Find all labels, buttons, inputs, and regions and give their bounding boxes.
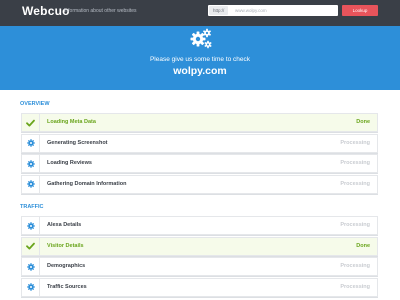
item-label: Gathering Domain Information (47, 180, 127, 187)
item-label: Demographics (47, 263, 86, 269)
item-label: Visitor Details (47, 242, 84, 249)
url-prefix: http:// (209, 6, 229, 15)
check-icon (22, 237, 40, 255)
section-title-traffic: TRAFFIC (20, 204, 44, 210)
item-label: Generating Screenshot (47, 139, 108, 146)
status-badge: Processing (340, 283, 370, 290)
status-badge: Processing (340, 180, 370, 187)
status-badge: Done (356, 242, 370, 249)
item-label: Loading Meta Data (47, 119, 96, 125)
list-item[interactable]: Loading Reviews Processing (21, 154, 378, 173)
gear-icon (22, 258, 40, 275)
item-label: Loading Reviews (47, 160, 92, 166)
status-banner: Please give us some time to check wolpy.… (0, 26, 400, 90)
status-badge: Processing (340, 263, 370, 269)
tagline: Information about other websites (64, 8, 137, 14)
list-item[interactable]: Gathering Domain Information Processing (21, 174, 378, 194)
gear-icon (22, 278, 40, 296)
status-badge: Processing (340, 139, 370, 146)
gear-icon (22, 217, 40, 234)
traffic-list: Alexa Details Processing Visitor Details… (21, 216, 378, 298)
status-badge: Done (356, 119, 370, 125)
list-item[interactable]: Alexa Details Processing (21, 216, 378, 235)
overview-list: Loading Meta Data Done Generating Screen… (21, 113, 378, 195)
check-icon (22, 114, 40, 131)
gear-icon (22, 134, 40, 152)
gear-icon (22, 155, 40, 172)
section-title-overview: OVERVIEW (20, 101, 50, 107)
brand-logo[interactable]: Webcuo (22, 4, 70, 18)
gears-icon (190, 28, 212, 49)
banner-message: Please give us some time to check (149, 56, 251, 63)
list-item[interactable]: Visitor Details Done (21, 236, 378, 256)
banner-domain: wolpy.com (173, 65, 227, 77)
list-item[interactable]: Generating Screenshot Processing (21, 133, 378, 153)
list-item[interactable]: Traffic Sources Processing (21, 277, 378, 297)
status-badge: Processing (340, 160, 370, 166)
list-item[interactable]: Demographics Processing (21, 257, 378, 276)
gear-icon (22, 175, 40, 193)
item-label: Traffic Sources (47, 283, 87, 290)
url-field[interactable]: http:// (208, 5, 338, 16)
status-badge: Processing (340, 222, 370, 228)
lookup-button[interactable]: Lookup (342, 5, 378, 16)
list-item[interactable]: Loading Meta Data Done (21, 113, 378, 132)
top-bar: Webcuo Information about other websites … (0, 0, 400, 26)
url-input[interactable] (232, 6, 336, 15)
item-label: Alexa Details (47, 222, 82, 228)
